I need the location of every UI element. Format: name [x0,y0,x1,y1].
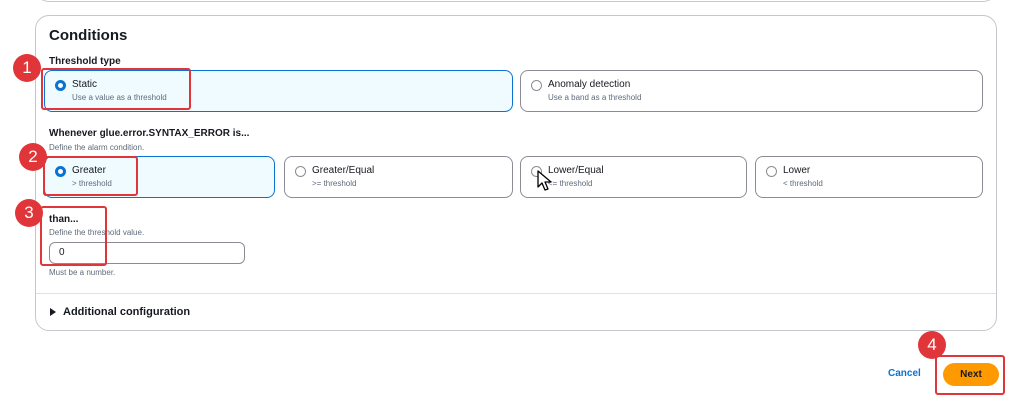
threshold-type-label: Threshold type [49,56,121,67]
conditions-heading: Conditions [49,27,128,44]
step-badge-4: 4 [918,331,946,359]
radio-empty-icon [531,80,542,91]
section-divider [36,293,996,294]
radio-empty-icon [766,166,777,177]
highlight-box-2 [43,156,138,196]
step-badge-2: 2 [19,143,47,171]
mouse-pointer-icon [537,170,552,191]
highlight-box-1 [41,68,191,110]
option-label: Lower/Equal [548,165,604,176]
option-description: < threshold [783,179,823,188]
whenever-label: Whenever glue.error.SYNTAX_ERROR is... [49,128,250,139]
whenever-description: Define the alarm condition. [49,143,145,152]
additional-configuration-toggle[interactable]: Additional configuration [63,306,190,318]
highlight-box-4 [935,355,1005,395]
option-label: Anomaly detection [548,79,631,90]
threshold-anomaly-option[interactable]: Anomaly detection Use a band as a thresh… [520,70,983,112]
previous-card [35,0,997,2]
option-description: <= threshold [548,179,593,188]
expand-caret-icon[interactable] [50,308,56,316]
than-hint: Must be a number. [49,268,116,277]
condition-greater-equal-option[interactable]: Greater/Equal >= threshold [284,156,513,198]
radio-empty-icon [295,166,306,177]
condition-lower-equal-option[interactable]: Lower/Equal <= threshold [520,156,747,198]
cancel-button[interactable]: Cancel [888,368,921,379]
step-badge-1: 1 [13,54,41,82]
option-label: Greater/Equal [312,165,375,176]
option-description: >= threshold [312,179,357,188]
option-description: Use a band as a threshold [548,93,642,102]
highlight-box-3 [40,206,107,266]
step-badge-3: 3 [15,199,43,227]
option-label: Lower [783,165,811,176]
condition-lower-option[interactable]: Lower < threshold [755,156,983,198]
